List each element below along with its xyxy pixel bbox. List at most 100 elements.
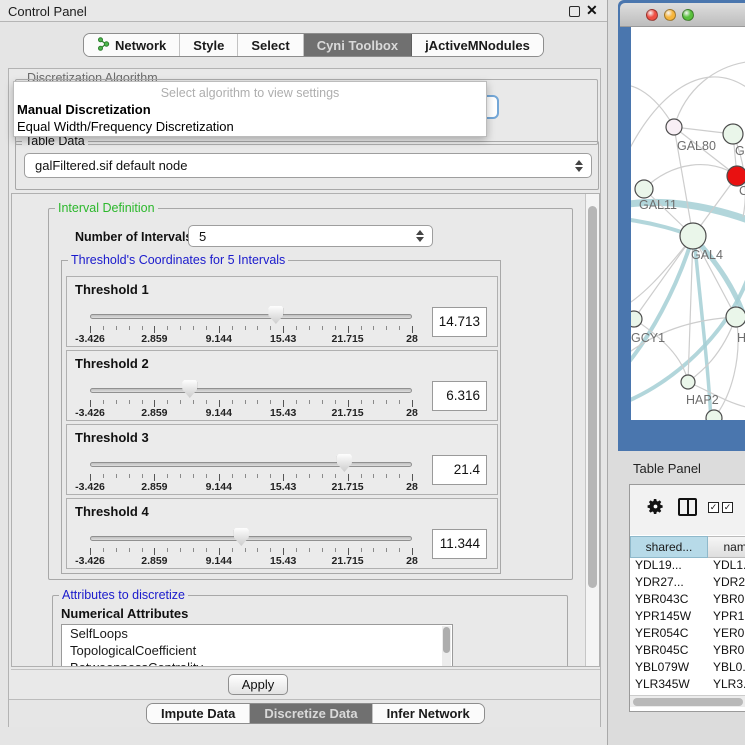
attributes-list-scrollbar[interactable]	[442, 626, 451, 667]
slider-tick	[180, 474, 181, 478]
slider-tick	[283, 326, 284, 333]
node-label-red-node: C	[739, 184, 745, 198]
tab-discretize-data[interactable]: Discretize Data	[250, 704, 372, 723]
scrollbar-thumb[interactable]	[588, 206, 597, 588]
slider-tick	[399, 400, 400, 404]
tab-cyni-toolbox[interactable]: Cyni Toolbox	[304, 34, 412, 56]
table-row[interactable]: YBL079WYBL0...	[630, 660, 745, 677]
slider-tick	[348, 548, 349, 555]
dropdown-option-equal-width-frequency[interactable]: Equal Width/Frequency Discretization	[14, 118, 486, 135]
table-data-combobox[interactable]: galFiltered.sif default node	[24, 153, 592, 178]
cyni-toolbox-panel: Discretization Algorithm Select algorith…	[8, 68, 601, 727]
tab-jactivemnodules[interactable]: jActiveMNodules	[412, 34, 543, 56]
column-header-name[interactable]: name	[708, 536, 745, 558]
dropdown-option-manual-discretization[interactable]: Manual Discretization	[14, 101, 486, 118]
minimize-traffic-light-icon[interactable]	[664, 9, 676, 21]
number-of-intervals-combobox[interactable]: 5	[188, 225, 433, 247]
checkbox-icon[interactable]: ✓	[722, 502, 733, 513]
zoom-traffic-light-icon[interactable]	[682, 9, 694, 21]
slider-tick	[154, 400, 155, 407]
network-node-red-node[interactable]	[727, 166, 745, 186]
slider-tick	[322, 474, 323, 478]
network-edge-teal	[631, 236, 693, 369]
network-node-HAP2[interactable]	[681, 375, 695, 389]
slider-tick	[373, 326, 374, 330]
threshold-value-field[interactable]: 11.344	[432, 529, 487, 559]
slider-tick	[90, 326, 91, 333]
slider-thumb[interactable]	[182, 380, 197, 398]
threshold-panel-3: Threshold 3 -3.4262.8599.14415.4321.7152…	[66, 424, 498, 495]
table-row[interactable]: YLR345WYLR3...	[630, 677, 745, 694]
spinner-arrows-icon[interactable]	[575, 160, 584, 172]
slider-track[interactable]	[90, 536, 412, 541]
scrollbar-thumb[interactable]	[633, 698, 743, 706]
threshold-label: Threshold 4	[75, 504, 149, 519]
slider-tick	[399, 326, 400, 330]
split-columns-icon[interactable]	[678, 498, 697, 516]
tab-select[interactable]: Select	[238, 34, 303, 56]
threshold-label: Threshold 3	[75, 430, 149, 445]
slider-tick	[142, 326, 143, 330]
network-node-node-gal[interactable]	[723, 124, 743, 144]
network-node-GCY1[interactable]	[631, 311, 642, 327]
float-window-icon[interactable]	[569, 6, 580, 17]
attribute-list-item[interactable]: TopologicalCoefficient	[62, 642, 452, 659]
attribute-list-item[interactable]: SelfLoops	[62, 625, 452, 642]
table-rows: YDL19...YDL1...YDR27...YDR2...YBR043CYBR…	[630, 558, 745, 711]
slider-tick	[348, 400, 349, 407]
slider-tick	[206, 400, 207, 404]
gear-icon[interactable]	[646, 497, 665, 521]
slider-tick	[412, 326, 413, 333]
slider-tick	[361, 474, 362, 478]
tab-style[interactable]: Style	[180, 34, 238, 56]
network-node-H-node[interactable]	[726, 307, 745, 327]
table-row[interactable]: YBR043CYBR0...	[630, 592, 745, 609]
table-row[interactable]: YDL19...YDL1...	[630, 558, 745, 575]
slider-tick	[167, 548, 168, 552]
slider-thumb[interactable]	[268, 306, 283, 324]
table-row[interactable]: YPR145WYPR1...	[630, 609, 745, 626]
slider-tick	[206, 548, 207, 552]
network-node-bottom-node[interactable]	[706, 410, 722, 420]
thresholds-coordinates-group: Threshold's Coordinates for 5 Intervals …	[61, 260, 501, 574]
tick-label: 15.43	[261, 555, 305, 567]
network-canvas[interactable]: GAL80GACGAL11GAL4GCY1HHAP2	[631, 27, 745, 420]
column-header-shared-name[interactable]: shared...	[630, 536, 708, 558]
tab-infer-network[interactable]: Infer Network	[373, 704, 484, 723]
numerical-attributes-list[interactable]: SelfLoopsTopologicalCoefficientBetweenne…	[61, 624, 453, 667]
slider-tick	[309, 326, 310, 330]
network-node-GAL11[interactable]	[635, 180, 653, 198]
table-row[interactable]: YER054CYER0...	[630, 626, 745, 643]
threshold-value-field[interactable]: 21.4	[432, 455, 487, 485]
tab-impute-data[interactable]: Impute Data	[147, 704, 250, 723]
checkbox-icon[interactable]: ✓	[708, 502, 719, 513]
attributes-group-legend: Attributes to discretize	[59, 588, 188, 602]
control-panel-title: Control Panel	[8, 4, 87, 19]
close-traffic-light-icon[interactable]	[646, 9, 658, 21]
slider-thumb[interactable]	[337, 454, 352, 472]
slider-tick	[335, 326, 336, 330]
network-node-GAL4[interactable]	[680, 223, 706, 249]
table-horizontal-scrollbar[interactable]	[630, 695, 745, 707]
slider-tick	[296, 400, 297, 404]
network-node-GAL80[interactable]	[666, 119, 682, 135]
table-row[interactable]: YBR045CYBR0...	[630, 643, 745, 660]
tick-label: 28	[390, 481, 434, 493]
threshold-value-field[interactable]: 14.713	[432, 307, 487, 337]
slider-track[interactable]	[90, 388, 412, 393]
slider-track[interactable]	[90, 462, 412, 467]
slider-thumb[interactable]	[234, 528, 249, 546]
table-row[interactable]: YDR27...YDR2...	[630, 575, 745, 592]
network-window-titlebar	[620, 3, 745, 27]
network-tree-icon	[97, 37, 110, 54]
threshold-value-field[interactable]: 6.316	[432, 381, 487, 411]
apply-button[interactable]: Apply	[228, 674, 288, 695]
tab-network[interactable]: Network	[84, 34, 180, 56]
close-icon[interactable]: ✕	[586, 2, 598, 19]
table-panel-title: Table Panel	[633, 461, 701, 476]
slider-tick	[296, 326, 297, 330]
attribute-list-item[interactable]: BetweennessCentrality	[62, 659, 452, 667]
slider-track[interactable]	[90, 314, 412, 319]
settings-vertical-scrollbar[interactable]	[585, 194, 599, 666]
spinner-arrows-icon[interactable]	[416, 230, 425, 242]
